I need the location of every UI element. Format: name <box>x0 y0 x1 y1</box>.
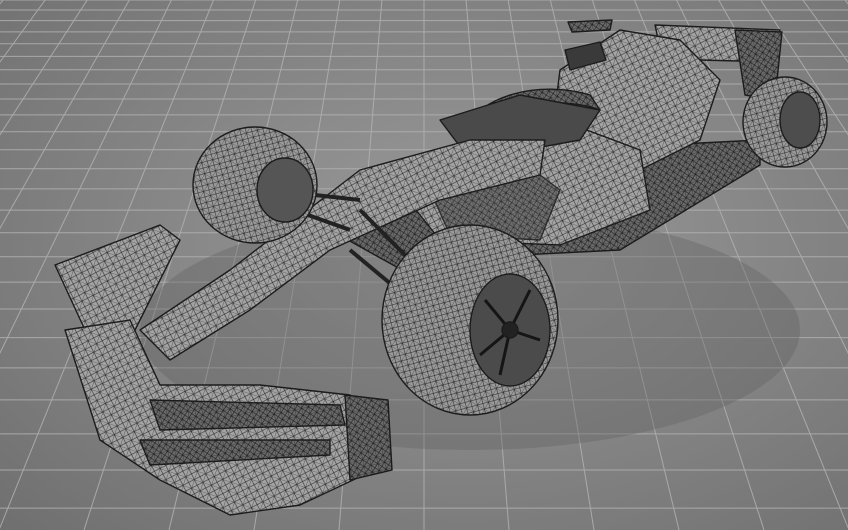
viewport-canvas <box>0 0 848 530</box>
front-wing-right-endplate <box>344 394 393 481</box>
front-right-tyre <box>381 224 559 416</box>
roll-hoop <box>567 19 613 33</box>
rear-tyre <box>742 76 828 168</box>
3d-viewport[interactable] <box>0 0 848 530</box>
front-left-tyre <box>192 126 318 244</box>
wheel-hub <box>501 321 519 339</box>
